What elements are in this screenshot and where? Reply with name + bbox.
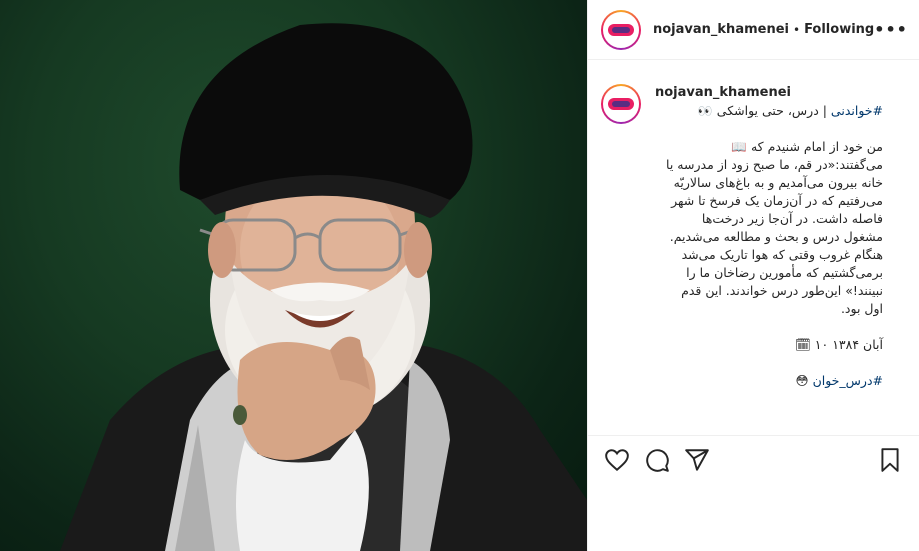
date-marker: ۱۰ bbox=[814, 337, 829, 352]
more-options-icon[interactable]: ••• bbox=[874, 20, 908, 39]
calendar-emoji-icon: 🗓 bbox=[794, 337, 811, 352]
caption-row: nojavan_khamenei #خواندنی | درس، حتی یوا… bbox=[601, 84, 906, 390]
caption-line: اول بود. bbox=[840, 301, 883, 316]
caption-area: nojavan_khamenei #خواندنی | درس، حتی یوا… bbox=[588, 60, 919, 436]
caption-date: آبان ۱۳۸۴ ۱۰ 🗓 bbox=[655, 336, 883, 354]
eyes-emoji-icon: 👀 bbox=[697, 104, 713, 118]
caption-avatar[interactable] bbox=[601, 84, 641, 124]
caption-body: nojavan_khamenei #خواندنی | درس، حتی یوا… bbox=[655, 84, 883, 390]
heart-icon[interactable] bbox=[604, 447, 630, 473]
caption-line: می‌گفتند:«در قم، ما صبح زود از مدرسه یا bbox=[666, 157, 883, 172]
avatar-logo-icon bbox=[608, 23, 634, 36]
caption-text: #خواندنی | درس، حتی یواشکی 👀 من خود از ا… bbox=[655, 102, 883, 390]
caption-avatar-logo-icon bbox=[608, 98, 634, 110]
bookmark-icon[interactable] bbox=[877, 447, 903, 473]
caption-line-1-text: من خود از امام شنیدم که bbox=[750, 139, 883, 154]
caption-line: نبینند!» این‌طور درس خواندند. این قدم bbox=[681, 283, 883, 298]
hashtag-title-link[interactable]: #خواندنی bbox=[831, 103, 883, 118]
caption-footer: #درس_خوان 😳 bbox=[655, 372, 883, 390]
action-bar bbox=[588, 444, 919, 476]
flushed-emoji-icon: 😳 bbox=[795, 373, 809, 388]
header-username[interactable]: nojavan_khamenei bbox=[653, 22, 789, 37]
caption-line-1: من خود از امام شنیدم که 📖 bbox=[655, 138, 883, 156]
caption-line: خانه بیرون می‌آمدیم و به باغ‌های سالاریّ… bbox=[673, 175, 883, 190]
post-sidebar: nojavan_khamenei • Following ••• nojavan… bbox=[587, 0, 919, 551]
share-icon[interactable] bbox=[684, 447, 710, 473]
book-emoji-icon: 📖 bbox=[731, 139, 747, 154]
caption-line: می‌رفتیم که در آن‌زمان یک فرسخ تا شهر bbox=[671, 193, 883, 208]
post-header: nojavan_khamenei • Following ••• bbox=[588, 0, 919, 60]
caption-line: هنگام غروب وقتی که هوا تاریک می‌شد bbox=[681, 247, 883, 262]
caption-line: مشغول درس و بحث و مطالعه می‌شدیم. bbox=[669, 229, 883, 244]
hashtag-footer-link[interactable]: #درس_خوان bbox=[813, 373, 883, 388]
caption-avatar-inner bbox=[603, 86, 639, 122]
caption-username[interactable]: nojavan_khamenei bbox=[655, 84, 883, 102]
caption-line: برمی‌گشتیم که مأمورین رضاخان ما را bbox=[686, 265, 883, 280]
following-button[interactable]: Following bbox=[804, 22, 874, 37]
caption-title: #خواندنی | درس، حتی یواشکی 👀 bbox=[655, 102, 883, 120]
avatar-inner bbox=[603, 11, 639, 48]
header-separator: • bbox=[792, 22, 801, 37]
comment-icon[interactable] bbox=[644, 447, 670, 473]
caption-line: فاصله داشت. در آن‌جا زیر درخت‌ها bbox=[701, 211, 883, 226]
date-text: آبان ۱۳۸۴ bbox=[832, 337, 883, 352]
post-photo[interactable] bbox=[0, 0, 587, 551]
caption-title-rest: | درس، حتی یواشکی bbox=[716, 103, 831, 118]
portrait-illustration bbox=[60, 23, 587, 551]
profile-avatar[interactable] bbox=[601, 9, 641, 50]
